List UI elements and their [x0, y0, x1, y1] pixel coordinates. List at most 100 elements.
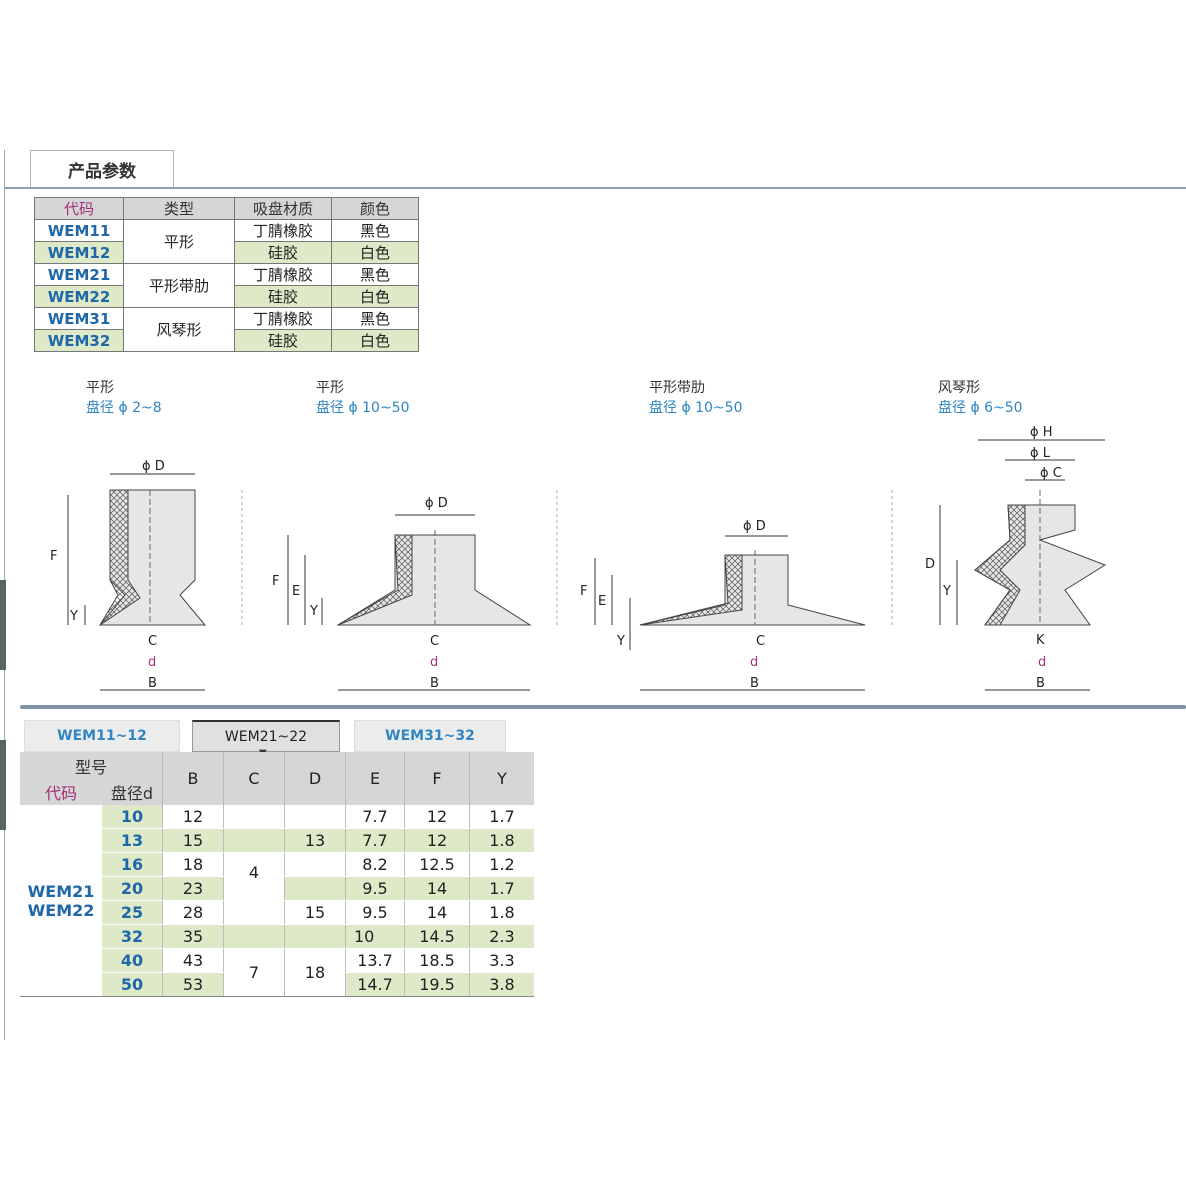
- material-cell: 丁腈橡胶: [234, 219, 332, 242]
- d-cell: [284, 852, 346, 877]
- y-cell: 1.7: [469, 805, 534, 829]
- type-cell: 平形带肋: [123, 263, 235, 308]
- dimensions-table: 型号 B C D E F Y 代码 盘径d WEM21 WEM22 10 12 …: [20, 752, 534, 997]
- diameter-cell: 40: [102, 948, 163, 973]
- f-cell: 14: [404, 876, 470, 901]
- tab-wem31-32[interactable]: WEM31~32: [354, 720, 506, 752]
- d-cell: 15: [284, 900, 346, 925]
- b-cell: 12: [162, 805, 224, 829]
- tab-product-params[interactable]: 产品参数: [30, 150, 174, 188]
- dim-label: F: [580, 584, 587, 599]
- model-code-cell: WEM21 WEM22: [20, 805, 102, 997]
- dim-label: ϕ D: [142, 459, 165, 474]
- diagram-diameter-label: 盘径 ϕ 10~50: [316, 400, 410, 416]
- color-cell: 黑色: [331, 307, 419, 330]
- code-cell: WEM11: [34, 219, 124, 242]
- y-cell: 3.8: [469, 972, 534, 997]
- dim-label: Y: [616, 634, 625, 649]
- y-cell: 1.2: [469, 852, 534, 877]
- dim-label: B: [148, 676, 157, 691]
- diameter-cell: 32: [102, 924, 163, 949]
- dim-label: B: [1036, 676, 1045, 691]
- e-cell: 14.7: [345, 972, 405, 997]
- e-cell: 9.5: [345, 900, 405, 925]
- dim-label: B: [430, 676, 439, 691]
- diameter-cell: 50: [102, 972, 163, 997]
- col-header-color: 颜色: [331, 197, 419, 220]
- diagram-type-label: 平形: [316, 380, 344, 396]
- c-cell: [223, 805, 285, 829]
- section-divider: [20, 705, 1186, 709]
- f-cell: 14.5: [404, 924, 470, 949]
- e-cell: 13.7: [345, 948, 405, 973]
- color-cell: 白色: [331, 329, 419, 352]
- code-cell: WEM22: [34, 285, 124, 308]
- type-cell: 风琴形: [123, 307, 235, 352]
- y-cell: 1.8: [469, 828, 534, 853]
- drawing-flat-ribbed: ϕ D F E Y C d B: [580, 519, 866, 691]
- tab-wem11-12[interactable]: WEM11~12: [24, 720, 180, 752]
- material-cell: 硅胶: [234, 285, 332, 308]
- color-cell: 白色: [331, 285, 419, 308]
- diameter-cell: 25: [102, 900, 163, 925]
- table-row: WEM31 风琴形 丁腈橡胶 黑色: [34, 307, 419, 352]
- diagram-type-label: 风琴形: [938, 380, 980, 396]
- col-header-b: B: [162, 752, 224, 805]
- dim-label: d: [750, 655, 758, 670]
- code-cell: WEM12: [34, 241, 124, 264]
- dim-label: d: [430, 655, 438, 670]
- y-cell: 1.7: [469, 876, 534, 901]
- drawing-bellows: ϕ H ϕ L ϕ C D Y K d B: [925, 425, 1107, 691]
- diameter-cell: 10: [102, 805, 163, 829]
- dim-label: F: [272, 574, 279, 589]
- c-cell: [223, 924, 285, 949]
- b-cell: 43: [162, 948, 224, 973]
- f-cell: 12: [404, 828, 470, 853]
- col-header-f: F: [404, 752, 470, 805]
- diameter-cell: 13: [102, 828, 163, 853]
- diagram-title-1: 平形 盘径 ϕ 2~8: [86, 378, 162, 418]
- col-header-c: C: [223, 752, 285, 805]
- left-scroll-marker: [0, 740, 6, 830]
- spec-table: 代码 类型 吸盘材质 颜色 WEM11 平形 丁腈橡胶 黑色 WEM12 硅胶 …: [34, 197, 419, 352]
- col-header-diameter: 盘径d: [102, 779, 163, 805]
- b-cell: 23: [162, 876, 224, 901]
- dim-label: C: [148, 634, 157, 649]
- diagram-type-label: 平形带肋: [649, 380, 705, 396]
- model-code: WEM22: [27, 900, 95, 920]
- b-cell: 35: [162, 924, 224, 949]
- material-cell: 丁腈橡胶: [234, 307, 332, 330]
- f-cell: 18.5: [404, 948, 470, 973]
- suction-cup-drawings: ϕ D F Y C d B ϕ D F E Y C d B ϕ D F E Y …: [50, 425, 1107, 691]
- c-cell: [223, 900, 285, 925]
- b-cell: 53: [162, 972, 224, 997]
- code-cell: WEM32: [34, 329, 124, 352]
- diagram-diameter-label: 盘径 ϕ 10~50: [649, 400, 743, 416]
- diagram-title-3: 平形带肋 盘径 ϕ 10~50: [649, 378, 743, 418]
- dim-label: E: [292, 584, 300, 599]
- col-header-e: E: [345, 752, 405, 805]
- d-cell: [284, 805, 346, 829]
- e-cell: 9.5: [345, 876, 405, 901]
- dim-label: C: [756, 634, 765, 649]
- f-cell: 14: [404, 900, 470, 925]
- d-cell: [284, 924, 346, 949]
- c-cell: 4: [223, 852, 285, 901]
- diameter-cell: 16: [102, 852, 163, 877]
- y-cell: 2.3: [469, 924, 534, 949]
- drawing-flat: ϕ D F E Y C d B: [272, 496, 532, 691]
- col-header-material: 吸盘材质: [234, 197, 332, 220]
- dim-label: Y: [309, 604, 318, 619]
- material-cell: 丁腈橡胶: [234, 263, 332, 286]
- type-cell: 平形: [123, 219, 235, 264]
- drawing-flat-small: ϕ D F Y C d B: [50, 459, 207, 691]
- material-cell: 硅胶: [234, 329, 332, 352]
- code-cell: WEM31: [34, 307, 124, 330]
- y-cell: 3.3: [469, 948, 534, 973]
- dim-label: Y: [942, 584, 951, 599]
- f-cell: 19.5: [404, 972, 470, 997]
- table-row: WEM11 平形 丁腈橡胶 黑色: [34, 219, 419, 264]
- material-cell: 硅胶: [234, 241, 332, 264]
- d-cell: [284, 876, 346, 901]
- col-header-code: 代码: [34, 197, 124, 220]
